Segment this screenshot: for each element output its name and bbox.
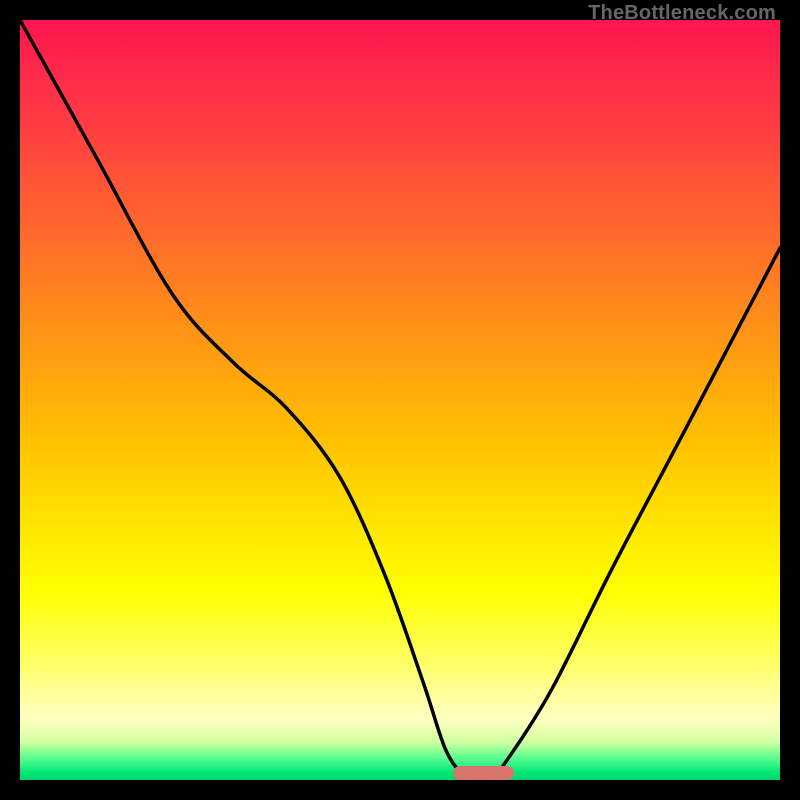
sweet-spot-marker	[453, 766, 514, 780]
bottleneck-curve	[20, 20, 780, 780]
chart-frame: TheBottleneck.com	[0, 0, 800, 800]
plot-area	[20, 20, 780, 780]
